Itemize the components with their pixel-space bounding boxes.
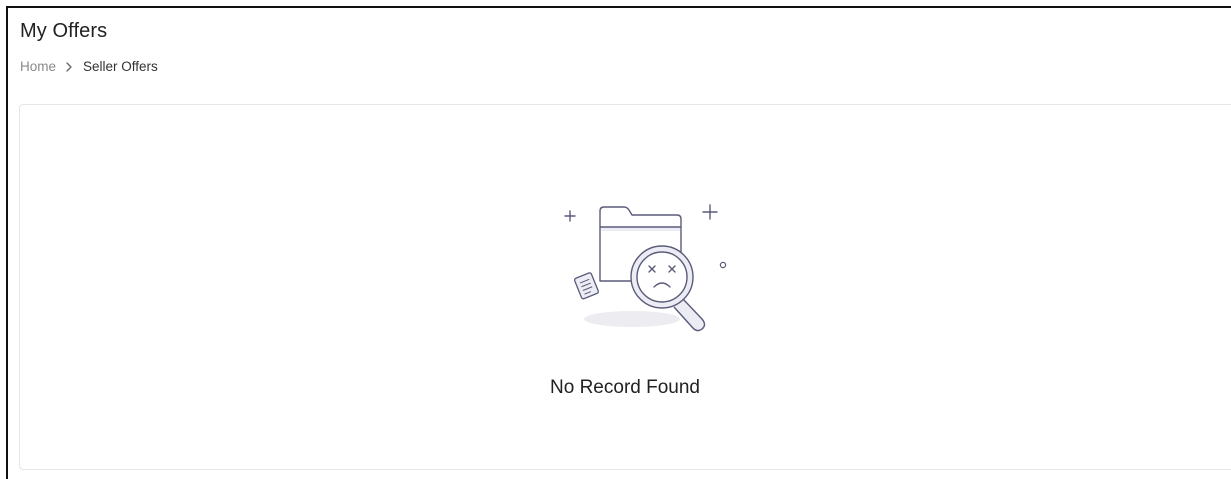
no-record-illustration-icon <box>564 204 727 332</box>
chevron-right-icon <box>65 61 73 72</box>
page-frame: My Offers Home Seller Offers No Record F… <box>6 6 1231 479</box>
offers-card: No Record Found <box>19 104 1231 470</box>
breadcrumb-current: Seller Offers <box>83 59 158 74</box>
empty-state-message: No Record Found <box>550 377 700 398</box>
breadcrumb: Home Seller Offers <box>20 59 158 74</box>
page-title: My Offers <box>20 20 108 42</box>
breadcrumb-home-link[interactable]: Home <box>20 59 56 74</box>
